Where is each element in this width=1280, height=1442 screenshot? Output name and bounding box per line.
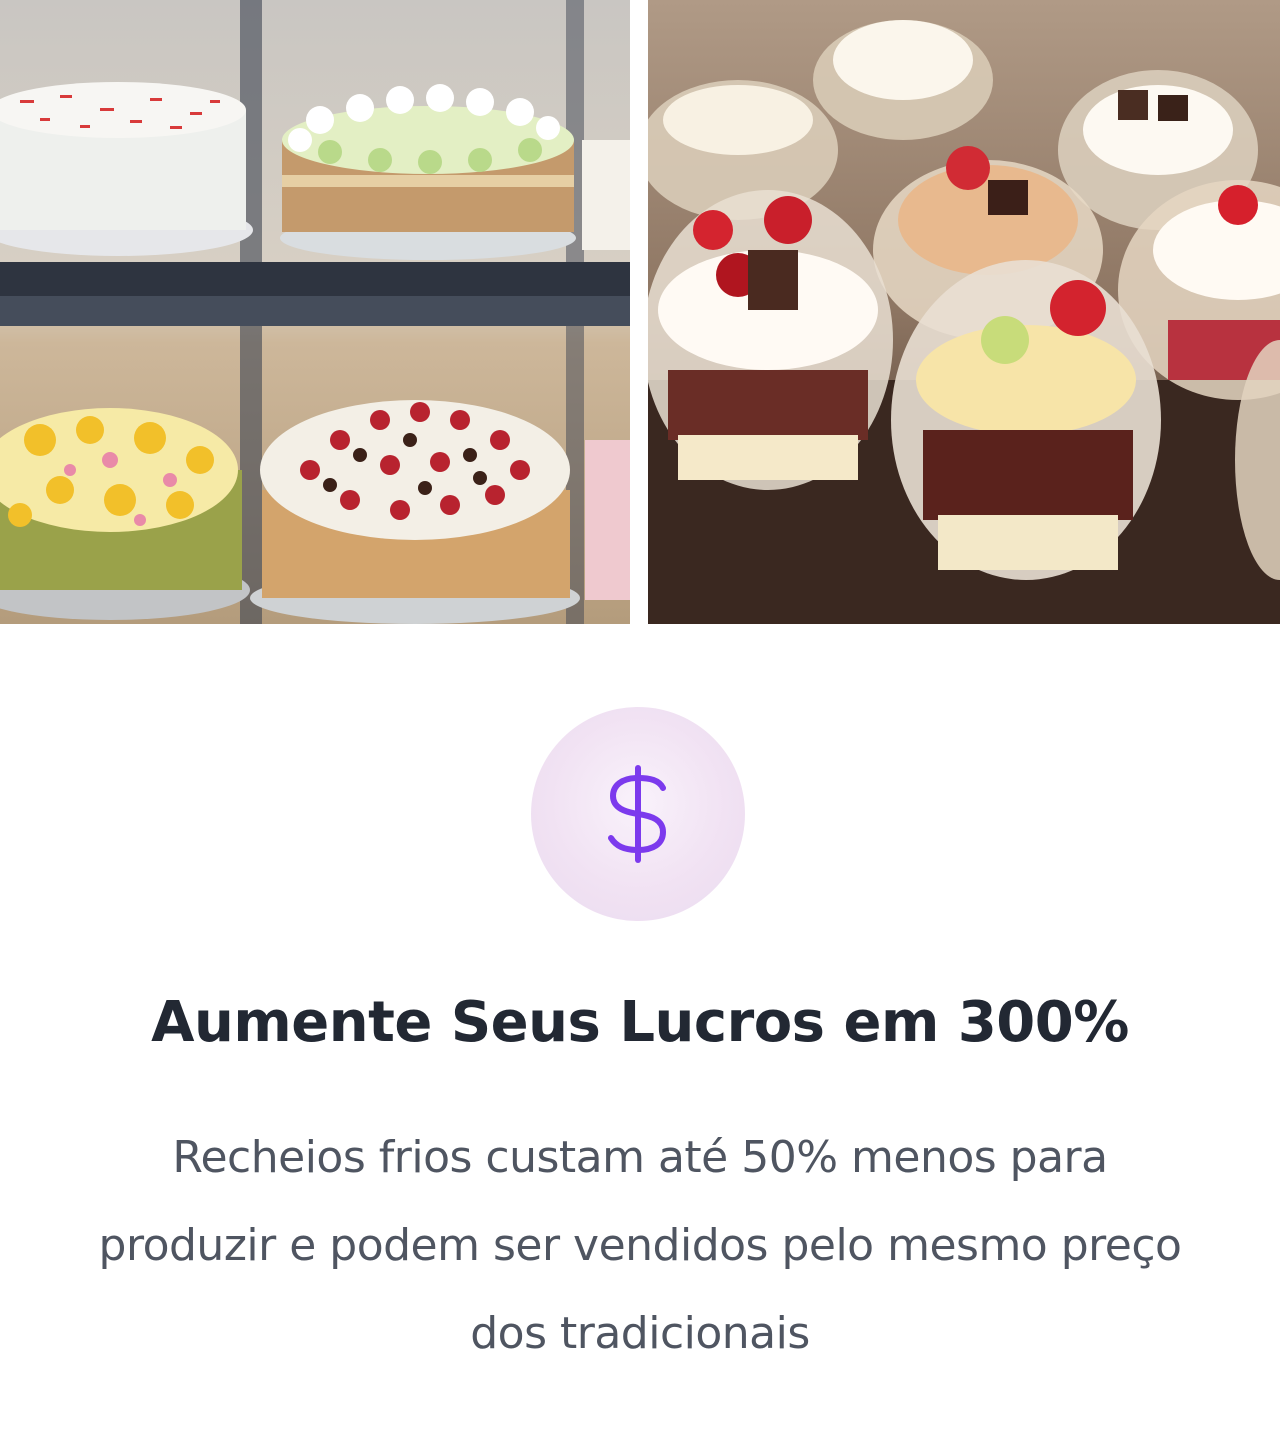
feature-title: Aumente Seus Lucros em 300% xyxy=(151,990,1129,1055)
feature-card: Aumente Seus Lucros em 300% Recheios fri… xyxy=(0,0,1280,1442)
cakes-display-photo xyxy=(0,0,630,624)
dessert-cups-photo xyxy=(648,0,1280,624)
dollar-icon xyxy=(608,765,666,863)
photo-row xyxy=(0,0,1280,624)
feature-description: Recheios frios custam até 50% menos para… xyxy=(98,1132,1182,1359)
dollar-icon-badge xyxy=(531,707,745,921)
